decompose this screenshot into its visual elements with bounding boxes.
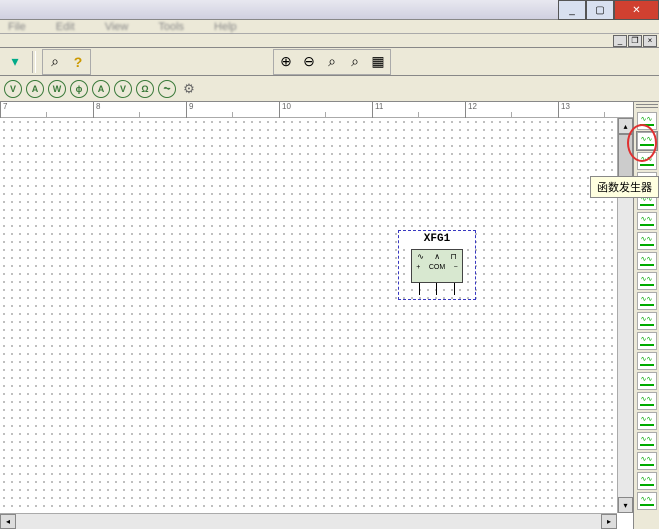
probe-ac-icon[interactable]: ⏦: [158, 80, 176, 98]
distortion-button[interactable]: ∿∿: [637, 332, 657, 350]
horizontal-scrollbar[interactable]: ◂ ▸: [0, 513, 617, 529]
ruler-tick: 12: [465, 102, 477, 118]
menu-item[interactable]: Help: [214, 21, 237, 33]
waveform-row: ∿ ∧ ⊓: [412, 250, 462, 262]
dropdown-icon[interactable]: ▾: [4, 51, 26, 73]
component-leads: [411, 283, 463, 295]
scroll-down-button[interactable]: ▾: [618, 497, 633, 513]
window-maximize-button[interactable]: ▢: [586, 0, 614, 20]
source-v-icon[interactable]: V: [4, 80, 22, 98]
component-toolbar: V A W ϕ A V Ω ⏦ ⚙: [0, 76, 659, 102]
zoom-out-button[interactable]: ⊖: [298, 51, 320, 73]
menu-item[interactable]: View: [105, 21, 129, 33]
pin-plus: +: [416, 264, 420, 271]
title-bar: _ ▢ ✕: [0, 0, 659, 20]
source-w-icon[interactable]: W: [48, 80, 66, 98]
document-controls: _ ❐ ×: [0, 34, 659, 48]
source-phi-icon[interactable]: ϕ: [70, 80, 88, 98]
function-generator-button[interactable]: ∿∿: [637, 132, 657, 150]
window-minimize-button[interactable]: _: [558, 0, 586, 20]
menu-item[interactable]: Tools: [158, 21, 184, 33]
pin-minus: −: [454, 264, 458, 271]
separator: [32, 51, 36, 73]
logic-analyzer-button[interactable]: ∿∿: [637, 272, 657, 290]
ruler-tick: 7: [0, 102, 7, 118]
square-icon: ⊓: [451, 252, 457, 261]
menu-item[interactable]: Edit: [56, 21, 75, 33]
scroll-right-button[interactable]: ▸: [601, 514, 617, 529]
menu-bar: File Edit View Tools Help: [0, 20, 659, 34]
main-area: 7 8 9 10 11 12 13 XFG1 ∿ ∧ ⊓ + COM −: [0, 102, 659, 529]
main-toolbar: ▾ ⌕ ? ⊕ ⊖ ⌕ ⌕ ▦: [0, 48, 659, 76]
multimeter-button[interactable]: ∿∿: [637, 112, 657, 130]
doc-minimize-button[interactable]: _: [613, 35, 627, 47]
zoom-in-button[interactable]: ⊕: [275, 51, 297, 73]
freq-counter-button[interactable]: ∿∿: [637, 232, 657, 250]
doc-restore-button[interactable]: ❐: [628, 35, 642, 47]
horizontal-ruler: 7 8 9 10 11 12 13: [0, 102, 633, 118]
window-controls: _ ▢ ✕: [558, 0, 659, 20]
zoom-selection-button[interactable]: ▦: [367, 51, 389, 73]
instruments-toolbar: ∿∿∿∿∿∿∿∿∿∿∿∿∿∿∿∿∿∿∿∿∿∿∿∿∿∿∿∿∿∿∿∿∿∿∿∿∿∿∿∿: [633, 102, 659, 529]
bode-plotter-button[interactable]: ∿∿: [637, 212, 657, 230]
help-button[interactable]: ?: [67, 51, 89, 73]
schematic-canvas[interactable]: XFG1 ∿ ∧ ⊓ + COM −: [0, 118, 617, 513]
wattmeter-button[interactable]: ∿∿: [637, 152, 657, 170]
canvas-container: 7 8 9 10 11 12 13 XFG1 ∿ ∧ ⊓ + COM −: [0, 102, 633, 529]
tek-osc-button[interactable]: ∿∿: [637, 452, 657, 470]
function-generator-component[interactable]: XFG1 ∿ ∧ ⊓ + COM −: [398, 230, 476, 300]
ruler-tick: 10: [279, 102, 291, 118]
spectrum-button[interactable]: ∿∿: [637, 352, 657, 370]
component-body: ∿ ∧ ⊓ + COM −: [411, 249, 463, 283]
source-a-icon[interactable]: A: [26, 80, 44, 98]
ruler-tick: 11: [372, 102, 383, 118]
window-close-button[interactable]: ✕: [614, 0, 659, 20]
zoom-100-button[interactable]: ⌕: [344, 51, 366, 73]
scroll-left-button[interactable]: ◂: [0, 514, 16, 529]
triangle-icon: ∧: [434, 252, 440, 261]
agilent-mm-button[interactable]: ∿∿: [637, 412, 657, 430]
logic-converter-button[interactable]: ∿∿: [637, 292, 657, 310]
component-refdes: XFG1: [399, 231, 475, 249]
settings-gear-icon[interactable]: ⚙: [180, 80, 198, 98]
pin-com: COM: [429, 264, 445, 271]
panel-handle[interactable]: [636, 104, 658, 108]
ruler-tick: 13: [558, 102, 570, 118]
probe-a-icon[interactable]: A: [92, 80, 110, 98]
agilent-osc-button[interactable]: ∿∿: [637, 432, 657, 450]
menu-item[interactable]: File: [8, 21, 26, 33]
iv-analyzer-button[interactable]: ∿∿: [637, 312, 657, 330]
zoom-help-group: ⌕ ?: [42, 49, 91, 75]
zoom-fit-button[interactable]: ⌕: [321, 51, 343, 73]
tooltip: 函数发生器: [590, 176, 659, 198]
zoom-group: ⊕ ⊖ ⌕ ⌕ ▦: [273, 49, 391, 75]
scroll-up-button[interactable]: ▴: [618, 118, 633, 134]
labview-button[interactable]: ∿∿: [637, 472, 657, 490]
ruler-tick: 9: [186, 102, 193, 118]
doc-close-button[interactable]: ×: [643, 35, 657, 47]
zoom-area-button[interactable]: ⌕: [44, 51, 66, 73]
pin-labels: + COM −: [412, 262, 462, 272]
network-button[interactable]: ∿∿: [637, 372, 657, 390]
probe-v-icon[interactable]: V: [114, 80, 132, 98]
probe-ohm-icon[interactable]: Ω: [136, 80, 154, 98]
word-generator-button[interactable]: ∿∿: [637, 252, 657, 270]
sine-icon: ∿: [417, 252, 424, 261]
current-probe-button[interactable]: ∿∿: [637, 492, 657, 510]
ruler-tick: 8: [93, 102, 100, 118]
agilent-fg-button[interactable]: ∿∿: [637, 392, 657, 410]
